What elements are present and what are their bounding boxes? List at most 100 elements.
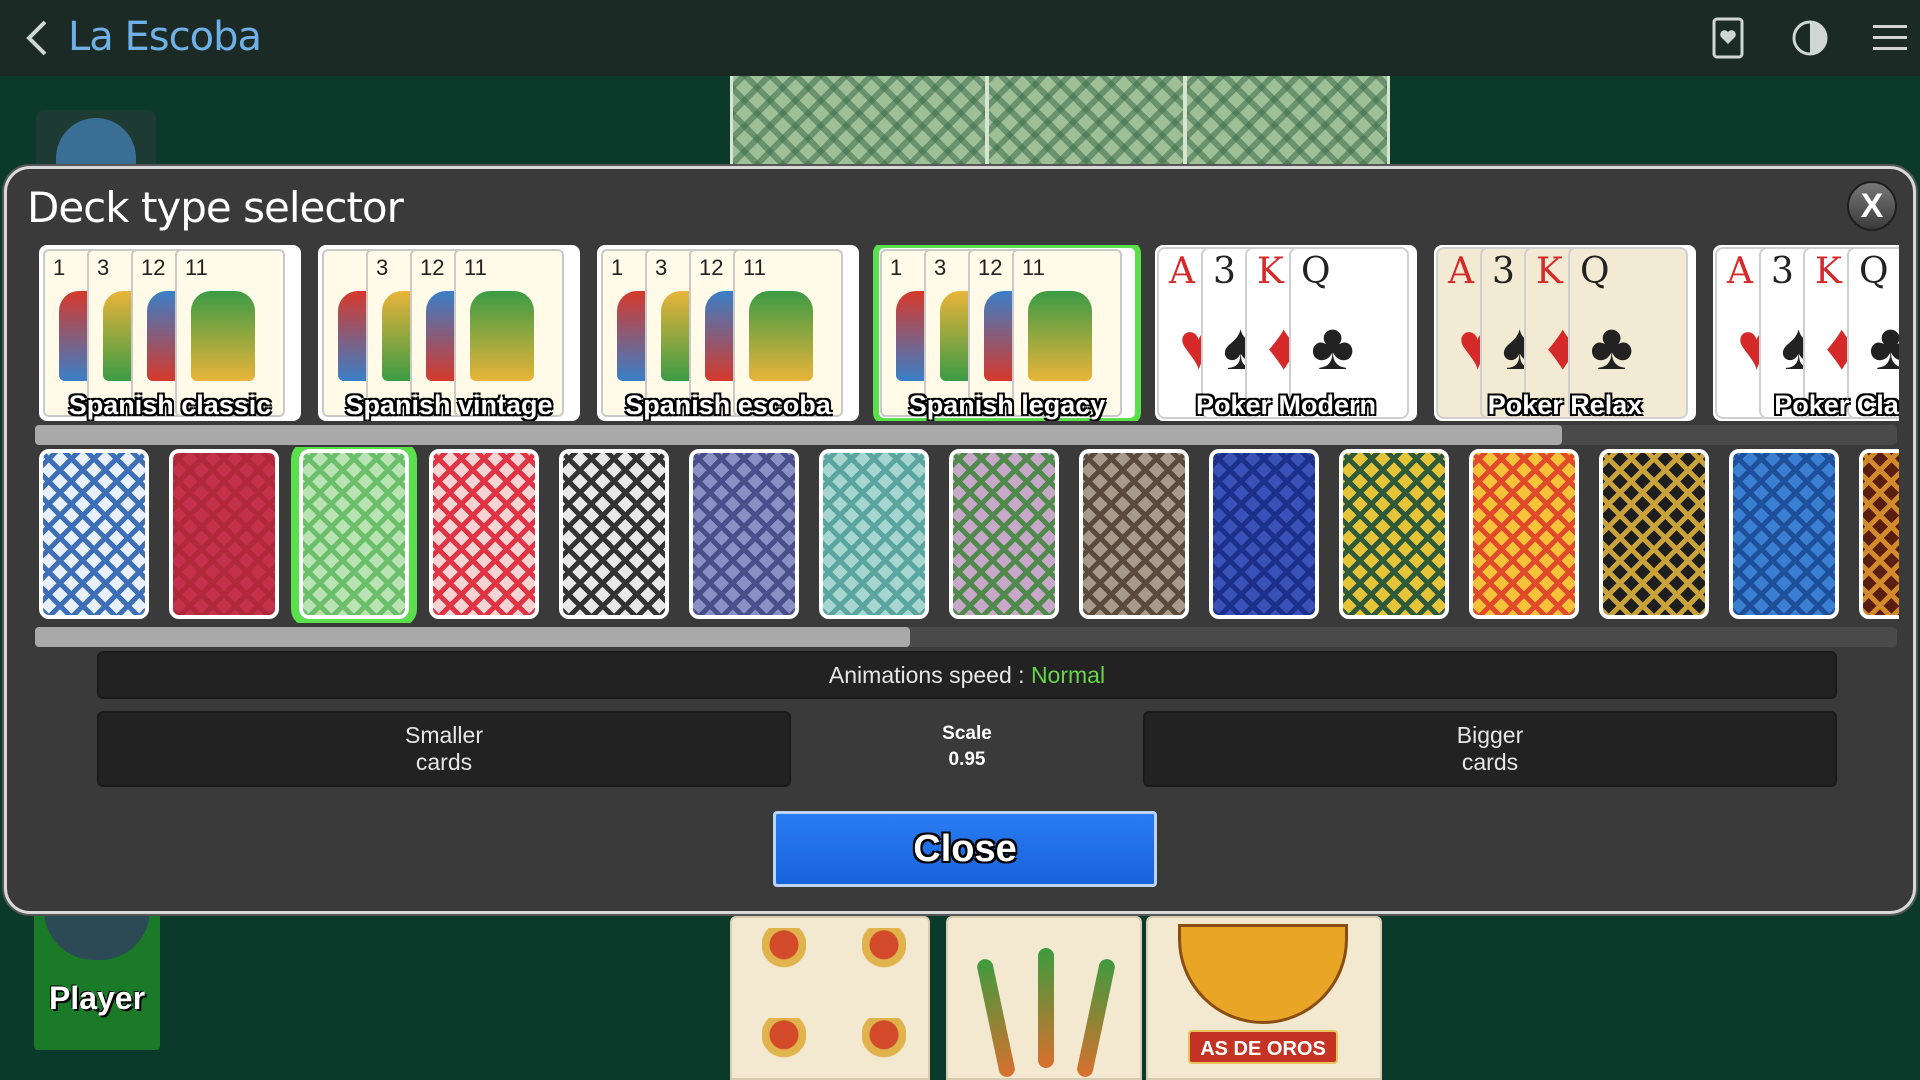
back-button[interactable]: [14, 16, 58, 60]
deck-option[interactable]: 1 3 12 11 Spanish legacy: [873, 245, 1141, 421]
card-back-option[interactable]: [1599, 449, 1709, 619]
deck-preview-rank: 1: [611, 255, 624, 280]
menu-button[interactable]: [1866, 14, 1914, 62]
cup-icon: [762, 928, 806, 984]
deck-option-label: Spanish escoba: [625, 390, 831, 420]
deck-option[interactable]: 1 3 12 11 Spanish classic: [39, 245, 301, 421]
cup-icon: [862, 928, 906, 984]
smaller-cards-button[interactable]: Smaller cards: [97, 711, 791, 787]
deck-option-label: Poker Clas: [1774, 390, 1899, 420]
deck-list-scrollbar[interactable]: [35, 425, 1897, 445]
deck-option-label: Poker Modern: [1195, 390, 1377, 420]
deck-option[interactable]: 1 3 12 11 Spanish escoba: [597, 245, 859, 421]
card-back-option[interactable]: [1859, 449, 1899, 619]
card-back-scrollbar[interactable]: [35, 627, 1897, 647]
contrast-icon: [1792, 20, 1828, 56]
card-back-option[interactable]: [1729, 449, 1839, 619]
card-figure-icon: [749, 291, 813, 381]
dialog-close-x-button[interactable]: X: [1847, 181, 1897, 231]
card-back-option[interactable]: [949, 449, 1059, 619]
animations-speed-button[interactable]: Animations speed : Normal: [97, 651, 1837, 699]
hand-card-espadas[interactable]: [946, 916, 1142, 1080]
card-suit-icon: ♣: [1311, 309, 1355, 383]
card-back-option[interactable]: [291, 447, 417, 623]
deck-preview-rank: 3: [934, 255, 947, 280]
deck-preview-rank: 11: [743, 255, 766, 280]
deck-option[interactable]: 3 12 11 Spanish vintage: [318, 245, 580, 421]
card-figure-icon: [1028, 291, 1092, 381]
deck-type-list: 1 3 12 11 Spanish classic 3 12 11 Spanish vintag…: [39, 245, 1899, 421]
deck-preview-rank: 3: [1771, 251, 1794, 292]
deck-option-label: Poker Relax: [1487, 390, 1643, 420]
hand-card-copas[interactable]: [730, 916, 930, 1080]
deck-preview-rank: 11: [1022, 255, 1045, 280]
card-back-option[interactable]: [1209, 449, 1319, 619]
deck-preview-rank: 11: [464, 255, 487, 280]
card-heart-icon: [1712, 17, 1744, 59]
deck-preview-rank: 1: [53, 255, 66, 280]
card-back-option[interactable]: [1339, 449, 1449, 619]
sword-icon: [975, 957, 1017, 1078]
deck-preview-rank: A: [1727, 251, 1753, 292]
deck-preview-rank: 11: [185, 255, 208, 280]
deck-option-label: Spanish legacy: [908, 390, 1106, 420]
card-suit-icon: ♣: [1869, 309, 1899, 383]
card-back-option[interactable]: [429, 449, 539, 619]
deck-preview-rank: 12: [699, 255, 724, 280]
contrast-button[interactable]: [1786, 14, 1834, 62]
bigger-cards-label-line2: cards: [1461, 749, 1519, 775]
card-back-scroll-thumb[interactable]: [35, 627, 911, 647]
deck-preview-rank: 12: [141, 255, 166, 280]
bigger-cards-label-line1: Bigger: [1456, 722, 1524, 748]
animations-speed-value: Normal: [1030, 662, 1106, 688]
card-back-option[interactable]: [1079, 449, 1189, 619]
close-button[interactable]: Close: [773, 811, 1157, 887]
card-figure-icon: [191, 291, 255, 381]
deck-preview-rank: 3: [1213, 251, 1236, 292]
deck-preview-rank: 3: [376, 255, 389, 280]
scale-display: Scale 0.95: [887, 721, 1047, 773]
scale-label: Scale: [942, 723, 992, 744]
hand-card-oros[interactable]: AS DE OROS: [1146, 916, 1382, 1080]
card-back-option[interactable]: [819, 449, 929, 619]
app-title: La Escoba: [68, 14, 262, 60]
oros-card-label: AS DE OROS: [1188, 1030, 1338, 1064]
deck-preview-rank: Q: [1580, 251, 1610, 292]
sword-icon: [1038, 948, 1054, 1068]
deck-preview-rank: 3: [97, 255, 110, 280]
sword-icon: [1075, 957, 1117, 1078]
card-back-option[interactable]: [1469, 449, 1579, 619]
coin-icon: [1178, 924, 1348, 1024]
chevron-left-icon: [26, 20, 47, 56]
deck-option-label: Spanish vintage: [345, 390, 553, 420]
bigger-cards-button[interactable]: Bigger cards: [1143, 711, 1837, 787]
deck-preview-rank: Q: [1859, 251, 1889, 292]
animations-speed-label: Animations speed :: [828, 662, 1025, 688]
card-back-option[interactable]: [39, 449, 149, 619]
smaller-cards-label-line2: cards: [415, 749, 473, 775]
player-name: Player: [48, 980, 146, 1016]
card-figure-icon: [470, 291, 534, 381]
deck-option[interactable]: A ♥ 3 ♠ K ♦ Q ♣ Poker Modern: [1155, 245, 1417, 421]
deck-option[interactable]: A ♥ 3 ♠ K ♦ Q ♣ Poker Relax: [1434, 245, 1696, 421]
deck-preview-rank: A: [1448, 251, 1474, 292]
deck-preview-rank: 3: [1492, 251, 1515, 292]
smaller-cards-label-line1: Smaller: [405, 722, 483, 748]
deck-option[interactable]: A♥3♠K♦Q♣Poker Clas: [1713, 245, 1899, 421]
deck-preview-rank: 3: [655, 255, 668, 280]
card-back-option[interactable]: [689, 449, 799, 619]
hamburger-menu-icon: [1873, 25, 1907, 50]
deck-button[interactable]: [1704, 14, 1752, 62]
deck-preview-rank: K: [1536, 251, 1563, 292]
deck-preview-rank: 12: [420, 255, 445, 280]
player-panel: Player: [34, 900, 160, 1050]
card-suit-icon: ♣: [1590, 309, 1634, 383]
card-back-list: [39, 447, 1899, 623]
card-back-option[interactable]: [169, 449, 279, 619]
card-back-option[interactable]: [559, 449, 669, 619]
deck-preview-rank: A: [1169, 251, 1195, 292]
deck-preview-rank: K: [1815, 251, 1842, 292]
deck-list-scroll-thumb[interactable]: [35, 425, 1562, 445]
deck-preview-rank: Q: [1301, 251, 1331, 292]
dialog-title: Deck type selector: [27, 183, 404, 232]
